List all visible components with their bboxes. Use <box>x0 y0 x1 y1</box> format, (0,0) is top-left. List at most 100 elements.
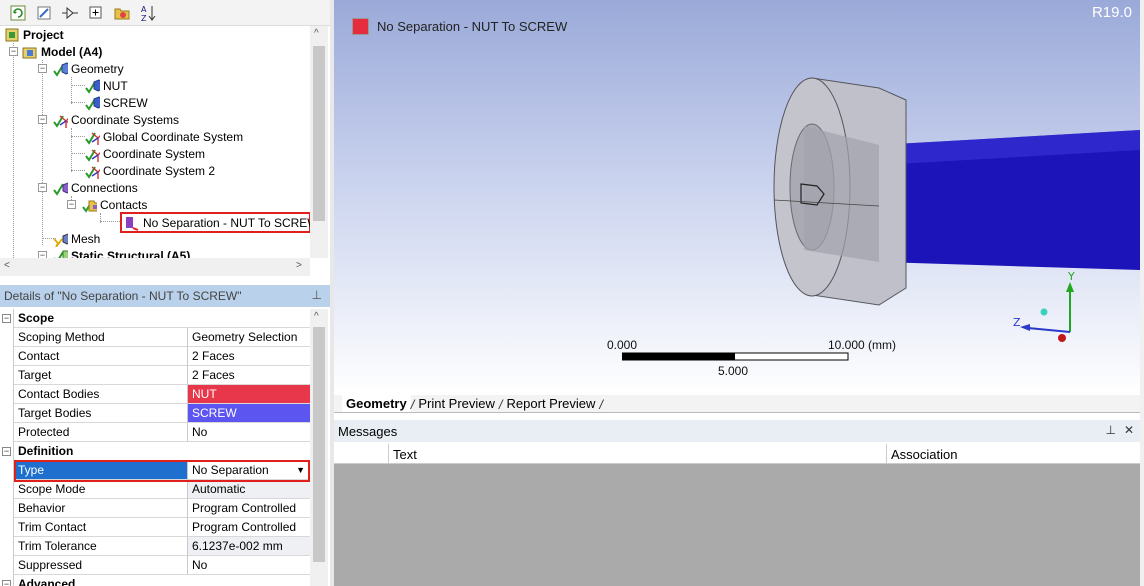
section-advanced[interactable]: − Advanced <box>0 575 310 586</box>
row-contact-bodies[interactable]: Contact Bodies NUT <box>0 385 310 404</box>
details-grid: − Scope Scoping Method Geometry Selectio… <box>0 309 310 586</box>
details-vertical-scrollbar[interactable]: ^ <box>310 309 328 586</box>
pin-icon[interactable]: ⊥ <box>312 288 322 302</box>
tree-item-screw[interactable]: SCREW <box>84 94 148 111</box>
messages-columns: Text Association <box>334 444 1140 464</box>
collapse-coordinate-systems-toggle[interactable]: − <box>38 115 47 124</box>
messages-title: Messages <box>338 423 398 439</box>
axis-triad[interactable]: Y Z <box>1010 268 1100 348</box>
details-panel-header: Details of "No Separation - NUT To SCREW… <box>0 285 330 307</box>
graphics-viewport[interactable]: No Separation - NUT To SCREW R19.0 0.000… <box>334 0 1140 395</box>
triad-z-label: Z <box>1013 316 1021 329</box>
row-trim-tolerance[interactable]: Trim Tolerance 6.1237e-002 mm <box>0 537 310 556</box>
row-behavior[interactable]: Behavior Program Controlled <box>0 499 310 518</box>
dropdown-arrow-icon[interactable]: ▼ <box>296 465 305 475</box>
row-suppressed[interactable]: Suppressed No <box>0 556 310 575</box>
view-tabs: Geometry / Print Preview / Report Previe… <box>334 394 1140 413</box>
tree-item-contacts[interactable]: Contacts <box>81 196 147 213</box>
type-dropdown[interactable]: No Separation ▼ <box>188 461 310 480</box>
scale-mid-label: 5.000 <box>718 364 749 378</box>
tree-item-static-structural[interactable]: Static Structural (A5) <box>52 247 190 258</box>
col-text[interactable]: Text <box>388 444 886 464</box>
col-icon[interactable] <box>334 444 388 464</box>
tab-report-preview[interactable]: Report Preview <box>503 394 600 412</box>
version-label: R19.0 <box>1091 4 1132 21</box>
tab-print-preview[interactable]: Print Preview <box>414 394 499 412</box>
close-icon[interactable]: ✕ <box>1124 423 1134 437</box>
contact-legend: No Separation - NUT To SCREW <box>352 18 567 35</box>
refresh-icon[interactable] <box>8 3 28 23</box>
tree-item-geometry[interactable]: Geometry <box>52 60 124 77</box>
collapse-model-toggle[interactable]: − <box>9 47 18 56</box>
collapse-geometry-toggle[interactable]: − <box>38 64 47 73</box>
tree-horizontal-scrollbar[interactable]: < > <box>0 258 310 276</box>
connect-icon[interactable] <box>60 3 80 23</box>
sort-icon[interactable]: AZ <box>138 3 158 23</box>
collapse-static-structural-toggle[interactable]: − <box>38 251 47 258</box>
scroll-thumb[interactable] <box>313 327 325 562</box>
tree-item-project[interactable]: Project <box>4 26 64 43</box>
edit-icon[interactable] <box>34 3 54 23</box>
coordinate-system-icon <box>84 163 100 179</box>
body-icon <box>84 95 100 111</box>
outline-tree: Project − Model (A4) − Geometry NUT SCRE… <box>0 26 310 258</box>
row-protected[interactable]: Protected No <box>0 423 310 442</box>
pin-icon[interactable]: ⊥ <box>1105 423 1115 437</box>
tree-vertical-scrollbar[interactable]: ^ <box>310 26 328 258</box>
svg-text:Z: Z <box>141 14 147 22</box>
row-target-bodies[interactable]: Target Bodies SCREW <box>0 404 310 423</box>
scroll-right-icon[interactable]: > <box>296 260 302 271</box>
mesh-icon <box>52 231 68 247</box>
collapse-contacts-toggle[interactable]: − <box>67 200 76 209</box>
connections-icon <box>52 180 68 196</box>
tree-item-coordinate-system[interactable]: Coordinate System <box>84 145 205 162</box>
legend-swatch <box>352 18 369 35</box>
messages-list <box>334 464 1140 586</box>
contact-bodies-value[interactable]: NUT <box>188 385 310 404</box>
row-contact[interactable]: Contact 2 Faces <box>0 347 310 366</box>
legend-label: No Separation - NUT To SCREW <box>377 19 568 34</box>
collapse-connections-toggle[interactable]: − <box>38 183 47 192</box>
svg-text:A: A <box>141 5 147 14</box>
folder-icon[interactable] <box>112 3 132 23</box>
scroll-up-icon[interactable]: ^ <box>314 28 319 39</box>
coordinate-system-icon <box>84 129 100 145</box>
tree-item-connections[interactable]: Connections <box>52 179 138 196</box>
outline-toolbar: AZ <box>0 0 330 26</box>
window-edge <box>1140 0 1144 586</box>
tree-item-model[interactable]: Model (A4) <box>22 43 102 60</box>
target-bodies-value[interactable]: SCREW <box>188 404 310 423</box>
tree-item-global-coordinate-system[interactable]: Global Coordinate System <box>84 128 243 145</box>
expand-all-icon[interactable] <box>86 3 106 23</box>
row-trim-contact[interactable]: Trim Contact Program Controlled <box>0 518 310 537</box>
messages-header: Messages ⊥ ✕ <box>334 420 1140 442</box>
tree-item-mesh[interactable]: Mesh <box>52 230 100 247</box>
geometry-icon <box>52 61 68 77</box>
triad-y-label: Y <box>1067 270 1075 283</box>
scale-bar <box>622 352 849 361</box>
collapse-icon[interactable]: − <box>2 447 11 456</box>
body-icon <box>84 78 100 94</box>
tab-geometry[interactable]: Geometry <box>342 394 411 412</box>
row-target[interactable]: Target 2 Faces <box>0 366 310 385</box>
tree-item-nut[interactable]: NUT <box>84 77 128 94</box>
scale-left-label: 0.000 <box>607 338 638 352</box>
scroll-up-icon[interactable]: ^ <box>314 311 319 322</box>
tree-item-coordinate-systems[interactable]: Coordinate Systems <box>52 111 179 128</box>
row-type[interactable]: Type No Separation ▼ <box>0 461 310 480</box>
outline-pane: AZ Project − Model (A4) − Geometry NUT S… <box>0 0 330 586</box>
scroll-left-icon[interactable]: < <box>4 260 10 271</box>
row-scope-mode[interactable]: Scope Mode Automatic <box>0 480 310 499</box>
scroll-thumb[interactable] <box>313 46 325 221</box>
analysis-icon <box>52 248 68 258</box>
collapse-icon[interactable]: − <box>2 314 11 323</box>
project-icon <box>4 27 20 43</box>
contacts-folder-icon <box>81 197 97 213</box>
section-scope[interactable]: − Scope <box>0 309 310 328</box>
collapse-icon[interactable]: − <box>2 580 11 586</box>
tree-item-coordinate-system-2[interactable]: Coordinate System 2 <box>84 162 215 179</box>
row-scoping-method[interactable]: Scoping Method Geometry Selection <box>0 328 310 347</box>
col-association[interactable]: Association <box>886 444 1140 464</box>
tree-item-no-separation-contact[interactable]: No Separation - NUT To SCREW <box>120 212 310 233</box>
section-definition[interactable]: − Definition <box>0 442 310 461</box>
